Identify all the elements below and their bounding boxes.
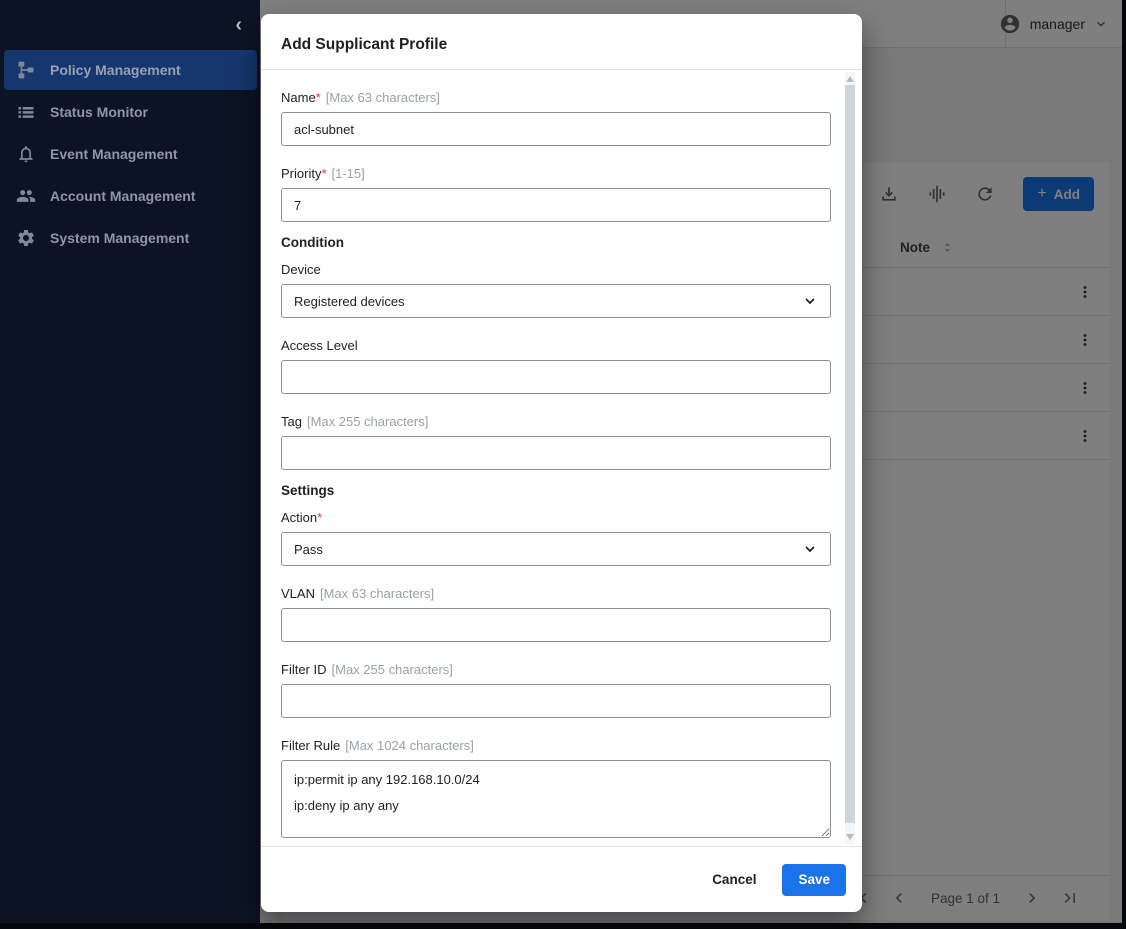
chevron-down-icon [802,293,818,309]
sidebar-item-label: System Management [50,230,189,246]
vlan-label: VLAN[Max 63 characters] [281,586,828,601]
list-icon [16,102,36,122]
gear-icon [16,228,36,248]
device-select[interactable]: Registered devices [281,284,831,318]
tag-input[interactable] [281,436,831,470]
dialog-title: Add Supplicant Profile [281,36,447,54]
dialog-body: Name*[Max 63 characters] Priority*[1-15]… [261,70,862,846]
priority-hint: [1-15] [332,166,365,181]
filter-id-label: Filter ID[Max 255 characters] [281,662,828,677]
action-field-group: Action* Pass [281,510,828,566]
sidebar-collapse-row: ‹ [0,0,260,50]
action-select[interactable]: Pass [281,532,831,566]
sidebar-item-event-management[interactable]: Event Management [4,134,257,174]
required-asterisk: * [321,166,326,181]
scroll-down-arrow-icon[interactable] [846,834,854,840]
sidebar-item-label: Policy Management [50,62,181,78]
sidebar-item-label: Account Management [50,188,195,204]
filter-id-input[interactable] [281,684,831,718]
required-asterisk: * [316,90,321,105]
schema-icon [16,60,36,80]
action-select-value: Pass [294,542,323,557]
tag-label: Tag[Max 255 characters] [281,414,828,429]
sidebar-item-label: Status Monitor [50,104,148,120]
device-label: Device [281,262,828,277]
access-level-input[interactable] [281,360,831,394]
name-field-group: Name*[Max 63 characters] [281,90,828,146]
dialog-footer: Cancel Save [261,846,862,912]
required-asterisk: * [317,510,322,525]
condition-section-heading: Condition [281,235,828,250]
filter-rule-textarea[interactable]: ip:permit ip any 192.168.10.0/24 ip:deny… [281,760,831,838]
add-supplicant-profile-dialog: Add Supplicant Profile Name*[Max 63 char… [261,14,862,912]
cancel-button[interactable]: Cancel [712,872,756,887]
scroll-up-arrow-icon[interactable] [846,76,854,82]
priority-label: Priority*[1-15] [281,166,828,181]
filter-rule-hint: [Max 1024 characters] [345,738,474,753]
vlan-hint: [Max 63 characters] [320,586,434,601]
sidebar: ‹ Policy Management Status Monitor Event… [0,0,260,923]
chevron-down-icon [802,541,818,557]
modal-scrollbar[interactable] [845,72,855,844]
priority-input[interactable] [281,188,831,222]
vlan-input[interactable] [281,608,831,642]
name-input[interactable] [281,112,831,146]
filter-rule-field-group: Filter Rule[Max 1024 characters] ip:perm… [281,738,828,843]
sidebar-item-label: Event Management [50,146,178,162]
filter-rule-label: Filter Rule[Max 1024 characters] [281,738,828,753]
bell-icon [16,144,36,164]
tag-hint: [Max 255 characters] [307,414,428,429]
name-hint: [Max 63 characters] [326,90,440,105]
vlan-field-group: VLAN[Max 63 characters] [281,586,828,642]
device-select-value: Registered devices [294,294,405,309]
device-field-group: Device Registered devices [281,262,828,318]
access-level-label: Access Level [281,338,828,353]
save-button[interactable]: Save [782,864,846,896]
settings-section-heading: Settings [281,483,828,498]
filter-id-hint: [Max 255 characters] [332,662,453,677]
sidebar-item-policy-management[interactable]: Policy Management [4,50,257,90]
priority-field-group: Priority*[1-15] [281,166,828,222]
sidebar-item-account-management[interactable]: Account Management [4,176,257,216]
tag-field-group: Tag[Max 255 characters] [281,414,828,470]
scrollbar-thumb[interactable] [845,85,855,823]
filter-id-field-group: Filter ID[Max 255 characters] [281,662,828,718]
name-label: Name*[Max 63 characters] [281,90,828,105]
sidebar-item-system-management[interactable]: System Management [4,218,257,258]
app-window: ‹ Policy Management Status Monitor Event… [0,0,1126,929]
people-icon [16,186,36,206]
sidebar-item-status-monitor[interactable]: Status Monitor [4,92,257,132]
action-label: Action* [281,510,828,525]
dialog-header: Add Supplicant Profile [261,14,862,70]
access-level-field-group: Access Level [281,338,828,394]
collapse-sidebar-icon[interactable]: ‹ [235,15,242,35]
